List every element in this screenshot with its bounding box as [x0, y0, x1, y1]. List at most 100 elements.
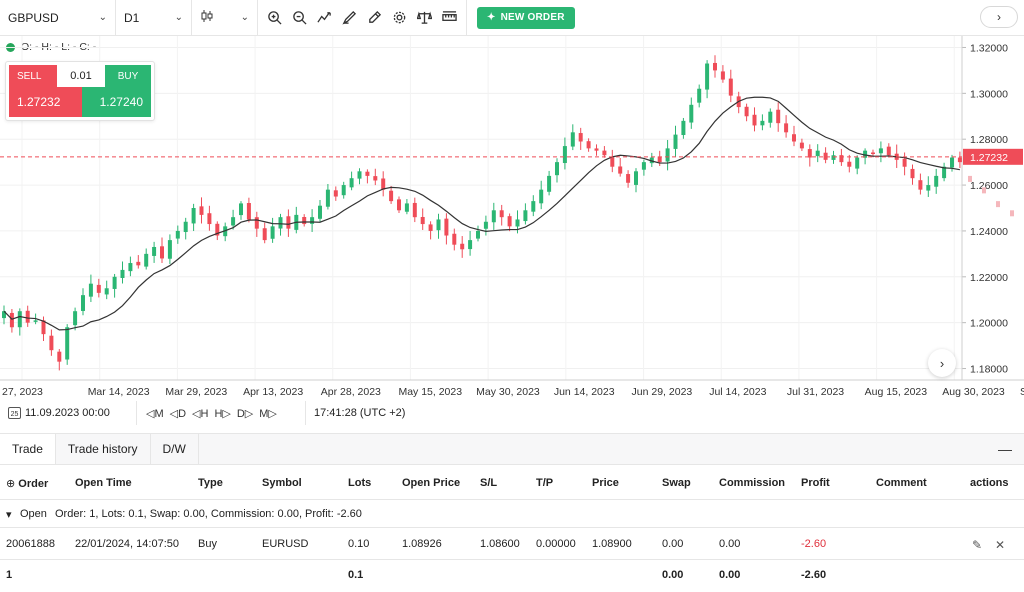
- edit-pencil-icon[interactable]: ✎: [972, 538, 982, 552]
- buy-button[interactable]: 1.27240: [82, 87, 151, 117]
- date-axis-label: Aug 15, 2023: [865, 386, 928, 398]
- ruler-icon[interactable]: [439, 7, 460, 28]
- totals-row: 1 0.1 0.00 0.00 -2.60: [0, 560, 1024, 590]
- cell-order: 20061888: [6, 538, 55, 550]
- current-price-label: 1.27232: [970, 152, 1008, 164]
- chevron-right-icon[interactable]: ›: [980, 6, 1018, 28]
- column-header-open-time[interactable]: Open Time: [75, 477, 132, 489]
- column-header-tp[interactable]: T/P: [536, 477, 553, 489]
- bull-candle: [152, 246, 157, 256]
- bull-candle: [17, 311, 22, 328]
- cell-tp[interactable]: 0.00000: [536, 538, 576, 550]
- price-axis-label: 1.18000: [970, 364, 1008, 376]
- price-axis-label: 1.28000: [970, 134, 1008, 146]
- bull-candle: [555, 162, 559, 176]
- expand-caret-icon[interactable]: ▾: [6, 508, 12, 521]
- bear-candle: [918, 180, 923, 190]
- bull-candle: [673, 134, 678, 149]
- bull-candle: [239, 203, 243, 216]
- date-axis-label: Apr 13, 2023: [243, 386, 303, 398]
- back-month-button[interactable]: ◁M: [145, 407, 165, 420]
- indicators-icon[interactable]: [314, 7, 335, 28]
- bull-candle: [128, 263, 133, 272]
- bear-candle: [720, 71, 725, 80]
- bull-candle: [318, 205, 322, 219]
- bull-candle: [278, 217, 283, 229]
- cell-sl[interactable]: 1.08600: [480, 538, 520, 550]
- table-row[interactable]: 20061888 22/01/2024, 14:07:50 Buy EURUSD…: [0, 528, 1024, 560]
- column-header-type[interactable]: Type: [198, 477, 223, 489]
- symbol-selector[interactable]: GBPUSD ⌄: [0, 0, 116, 36]
- bull-candle: [404, 203, 409, 212]
- bull-candle: [65, 327, 70, 360]
- tab-trade-history[interactable]: Trade history: [56, 434, 151, 464]
- pencil-icon[interactable]: [364, 7, 385, 28]
- bull-candle: [310, 217, 315, 224]
- column-header-symbol[interactable]: Symbol: [262, 477, 302, 489]
- bull-candle: [436, 219, 441, 231]
- sell-button[interactable]: 1.27232: [9, 87, 82, 117]
- column-header-commission[interactable]: Commission: [719, 477, 785, 489]
- orders-table-header: ⊕ Order Open Time Type Symbol Lots Open …: [0, 466, 1024, 500]
- bear-candle: [254, 217, 259, 229]
- sell-label[interactable]: SELL: [9, 65, 57, 87]
- zoom-in-icon[interactable]: [264, 7, 285, 28]
- bear-candle: [389, 190, 394, 202]
- back-hour-button[interactable]: ◁H: [191, 407, 209, 420]
- chart-type-selector[interactable]: ⌄: [192, 0, 258, 36]
- lot-size-input[interactable]: 0.01: [57, 65, 105, 87]
- draw-icon[interactable]: [339, 7, 360, 28]
- cell-profit: -2.60: [801, 538, 827, 550]
- column-header-lots[interactable]: Lots: [348, 477, 371, 489]
- date-picker[interactable]: 25 11.09.2023 00:00: [0, 407, 136, 419]
- tab-dw[interactable]: D/W: [151, 434, 199, 464]
- bear-candle: [262, 228, 267, 241]
- settings-icon[interactable]: [389, 7, 410, 28]
- timeframe-selector[interactable]: D1 ⌄: [116, 0, 192, 36]
- bear-candle: [610, 157, 615, 167]
- scale-icon[interactable]: [414, 7, 435, 28]
- new-order-button[interactable]: ✦ NEW ORDER: [477, 6, 575, 29]
- bull-candle: [515, 219, 520, 227]
- chevron-down-icon: ⌄: [98, 12, 107, 23]
- date-axis-label: Mar 14, 2023: [88, 386, 150, 398]
- date-axis-label: 27, 2023: [2, 386, 43, 398]
- buy-label[interactable]: BUY: [105, 65, 151, 87]
- zoom-out-icon[interactable]: [289, 7, 310, 28]
- bear-candle: [373, 176, 378, 181]
- cell-open-time: 22/01/2024, 14:07:50: [75, 538, 179, 550]
- bear-candle: [96, 284, 101, 293]
- total-commission: 0.00: [719, 569, 741, 581]
- column-header-sl[interactable]: S/L: [480, 477, 497, 489]
- bull-candle: [325, 189, 330, 207]
- bear-candle: [823, 152, 828, 160]
- column-header-order[interactable]: ⊕ Order: [6, 477, 48, 490]
- faded-candle: [982, 187, 986, 194]
- sparkle-icon: ✦: [487, 12, 496, 23]
- forward-month-button[interactable]: M▷: [258, 407, 278, 420]
- column-header-price[interactable]: Price: [592, 477, 619, 489]
- cell-price: 1.08900: [592, 538, 632, 550]
- faded-candle: [996, 201, 1000, 208]
- minimize-panel-button[interactable]: —: [998, 434, 1024, 464]
- bull-candle: [562, 146, 567, 164]
- column-header-swap[interactable]: Swap: [662, 477, 691, 489]
- bear-candle: [792, 134, 796, 142]
- bear-candle: [333, 190, 338, 197]
- column-header-comment[interactable]: Comment: [876, 477, 927, 489]
- forward-day-button[interactable]: D▷: [236, 407, 254, 420]
- bear-candle: [286, 216, 291, 229]
- new-order-label: NEW ORDER: [500, 12, 565, 23]
- bear-candle: [507, 216, 512, 227]
- date-axis-label: May 30, 2023: [476, 386, 540, 398]
- scroll-to-latest-button[interactable]: ›: [928, 349, 956, 377]
- open-orders-group[interactable]: ▾ Open Order: 1, Lots: 0.1, Swap: 0.00, …: [0, 500, 1024, 528]
- close-icon[interactable]: ✕: [995, 538, 1005, 552]
- back-day-button[interactable]: ◁D: [169, 407, 187, 420]
- tab-trade[interactable]: Trade: [0, 434, 56, 464]
- column-header-profit[interactable]: Profit: [801, 477, 830, 489]
- total-swap: 0.00: [662, 569, 684, 581]
- bull-candle: [270, 226, 275, 239]
- forward-hour-button[interactable]: H▷: [213, 407, 231, 420]
- column-header-open-price[interactable]: Open Price: [402, 477, 460, 489]
